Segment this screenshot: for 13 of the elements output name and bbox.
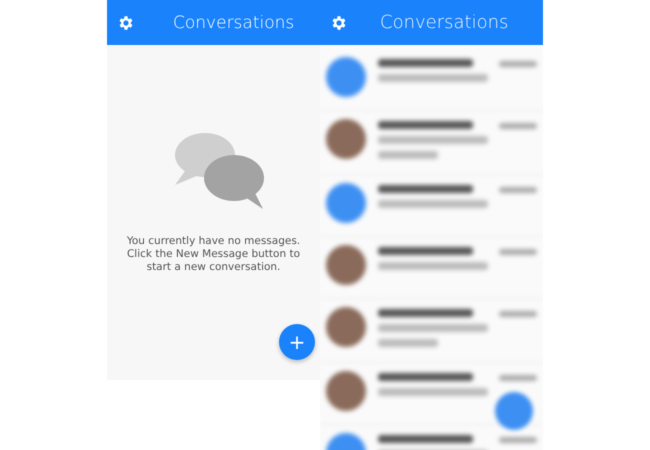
screen-title: Conversations [173, 12, 294, 32]
photo-placeholder [326, 307, 366, 347]
settings-icon[interactable] [117, 14, 135, 32]
screen-title: Conversations [380, 12, 508, 33]
settings-icon[interactable] [330, 14, 348, 32]
photo-placeholder [326, 119, 366, 159]
avatar-circle [326, 57, 366, 97]
photo-placeholder [326, 371, 366, 411]
blurred-floating-button[interactable] [495, 392, 533, 430]
avatar-circle [326, 183, 366, 223]
photo-placeholder [326, 245, 366, 285]
empty-state-message: You currently have no messages. Click the New Message button to start a new conversation. [126, 235, 302, 274]
new-message-button[interactable]: + [279, 324, 315, 360]
